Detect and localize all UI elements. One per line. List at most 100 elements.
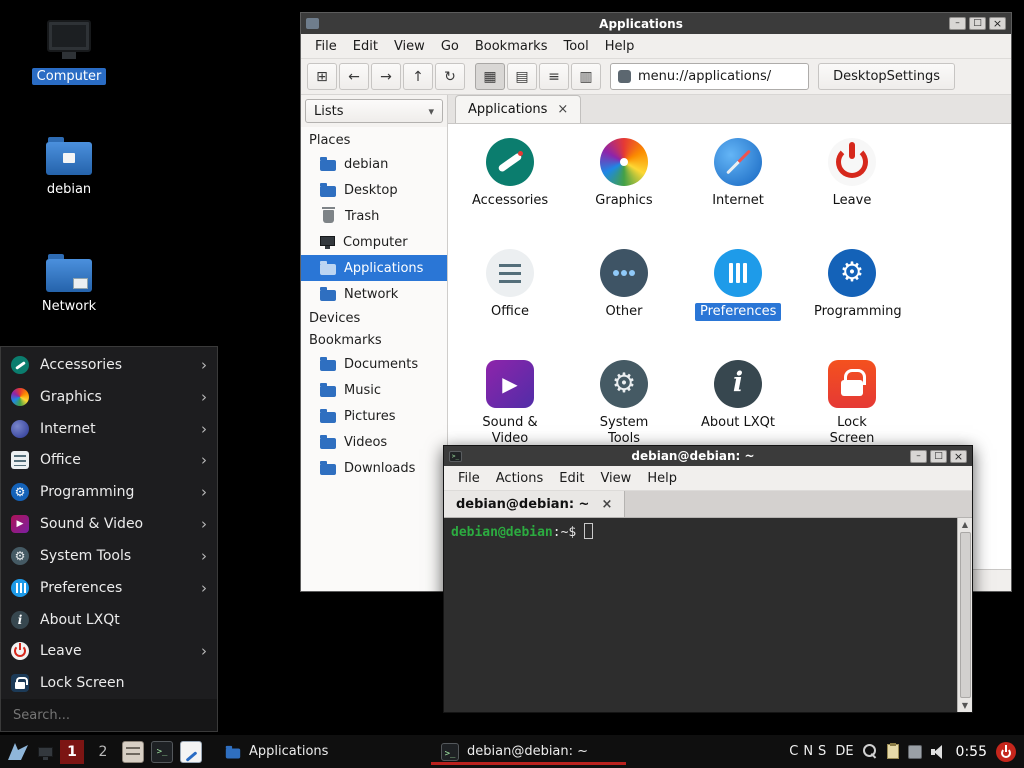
menu-file[interactable]: File [450,469,488,488]
menu-view[interactable]: View [386,37,433,56]
menu-item-internet[interactable]: Internet [1,413,217,445]
sidebar-item-downloads[interactable]: Downloads [301,455,447,481]
menu-view[interactable]: View [592,469,639,488]
menu-item-graphics[interactable]: Graphics [1,381,217,413]
menu-search-row [1,699,217,731]
scroll-down-icon[interactable]: ▼ [958,699,972,712]
sidebar-item-desktop[interactable]: Desktop [301,177,447,203]
tab-applications[interactable]: Applications [455,95,581,123]
bookmarks-header[interactable]: Bookmarks [301,329,447,351]
desktop-icon-debian[interactable]: debian [23,134,115,198]
terminal-titlebar[interactable]: debian@debian: ~ [444,446,972,466]
menu-item-leave[interactable]: Leave [1,635,217,667]
about-lxqt-icon [714,360,762,408]
task-terminal[interactable]: debian@debian: ~ [431,735,626,768]
thumbnail-view-button[interactable] [507,63,537,90]
search-input[interactable] [11,707,207,724]
app-item-leave[interactable]: Leave [795,132,909,243]
detailed-view-button[interactable] [571,63,601,90]
desktop-icon-computer[interactable]: Computer [23,20,115,85]
file-manager-launcher-icon[interactable] [122,741,144,763]
sidebar-item-applications[interactable]: Applications [301,255,447,281]
tab-close-icon[interactable] [557,102,568,117]
app-item-other[interactable]: Other [567,243,681,354]
sidebar-item-documents[interactable]: Documents [301,351,447,377]
clipboard-tray-icon[interactable] [887,744,899,759]
magnifier-tray-icon[interactable] [863,744,878,759]
sidebar-mode-combo[interactable]: Lists [305,99,443,123]
minimize-icon[interactable] [949,17,966,30]
sidebar-item-computer[interactable]: Computer [301,229,447,255]
menu-item-programming[interactable]: Programming [1,476,217,508]
menu-edit[interactable]: Edit [551,469,592,488]
menu-item-system-tools[interactable]: System Tools [1,540,217,572]
sidebar-item-trash[interactable]: Trash [301,203,447,229]
menu-item-sound-video[interactable]: Sound & Video [1,508,217,540]
tray-icon[interactable] [908,745,922,759]
desktop-icon-network[interactable]: Network [23,251,115,315]
icon-view-button[interactable] [475,63,505,90]
back-button[interactable] [339,63,369,90]
menu-item-lock-screen[interactable]: Lock Screen [1,667,217,699]
sidebar-item-pictures[interactable]: Pictures [301,403,447,429]
forward-button[interactable] [371,63,401,90]
desktop-settings-button[interactable]: DesktopSettings [818,63,955,90]
maximize-icon[interactable] [969,17,986,30]
editor-launcher-icon[interactable] [180,741,202,763]
workspace-1-button[interactable]: 1 [60,740,84,764]
menu-bookmarks[interactable]: Bookmarks [467,37,556,56]
maximize-icon[interactable] [930,450,947,463]
close-icon[interactable] [989,17,1006,30]
app-item-preferences[interactable]: Preferences [681,243,795,354]
volume-icon[interactable] [931,745,947,759]
sidebar-item-videos[interactable]: Videos [301,429,447,455]
menu-file[interactable]: File [307,37,345,56]
menu-tool[interactable]: Tool [555,37,596,56]
sidebar-item-debian[interactable]: debian [301,151,447,177]
submenu-arrow-icon [201,420,207,438]
reload-button[interactable] [435,63,465,90]
devices-header[interactable]: Devices [301,307,447,329]
keyboard-indicators[interactable]: C N S DE [789,744,853,759]
scrollbar-thumb[interactable] [960,532,971,698]
scroll-indicator: S [818,744,826,759]
clock[interactable]: 0:55 [956,744,987,760]
terminal-scrollbar[interactable]: ▲ ▼ [957,518,972,712]
keyboard-layout: DE [835,744,853,759]
menu-actions[interactable]: Actions [488,469,552,488]
minimize-icon[interactable] [910,450,927,463]
terminal-screen[interactable]: debian@debian:~$ [444,518,957,712]
app-item-programming[interactable]: Programming [795,243,909,354]
power-button-icon[interactable] [996,742,1016,762]
menu-help[interactable]: Help [639,469,685,488]
menu-item-about-lxqt[interactable]: About LXQt [1,604,217,636]
sidebar-item-music[interactable]: Music [301,377,447,403]
menu-item-accessories[interactable]: Accessories [1,349,217,381]
tab-close-icon[interactable] [601,497,612,512]
up-button[interactable] [403,63,433,90]
sidebar-item-network[interactable]: Network [301,281,447,307]
new-tab-button[interactable] [307,63,337,90]
app-item-internet[interactable]: Internet [681,132,795,243]
menu-go[interactable]: Go [433,37,467,56]
menu-item-preferences[interactable]: Preferences [1,572,217,604]
show-desktop-button[interactable] [38,747,53,757]
terminal-launcher-icon[interactable] [151,741,173,763]
app-item-accessories[interactable]: Accessories [453,132,567,243]
menu-item-office[interactable]: Office [1,444,217,476]
compact-view-button[interactable] [539,63,569,90]
start-menu-button[interactable] [5,740,31,764]
menu-help[interactable]: Help [597,37,643,56]
task-applications[interactable]: Applications [215,735,410,768]
app-item-graphics[interactable]: Graphics [567,132,681,243]
fm-titlebar[interactable]: Applications [301,13,1011,34]
menu-edit[interactable]: Edit [345,37,386,56]
terminal-tab[interactable]: debian@debian: ~ [444,491,625,517]
app-item-office[interactable]: Office [453,243,567,354]
window-folder-icon [306,18,319,29]
places-header[interactable]: Places [301,129,447,151]
close-icon[interactable] [950,450,967,463]
scroll-up-icon[interactable]: ▲ [958,518,972,531]
location-bar[interactable]: menu://applications/ [610,63,809,90]
workspace-2-button[interactable]: 2 [91,740,115,764]
